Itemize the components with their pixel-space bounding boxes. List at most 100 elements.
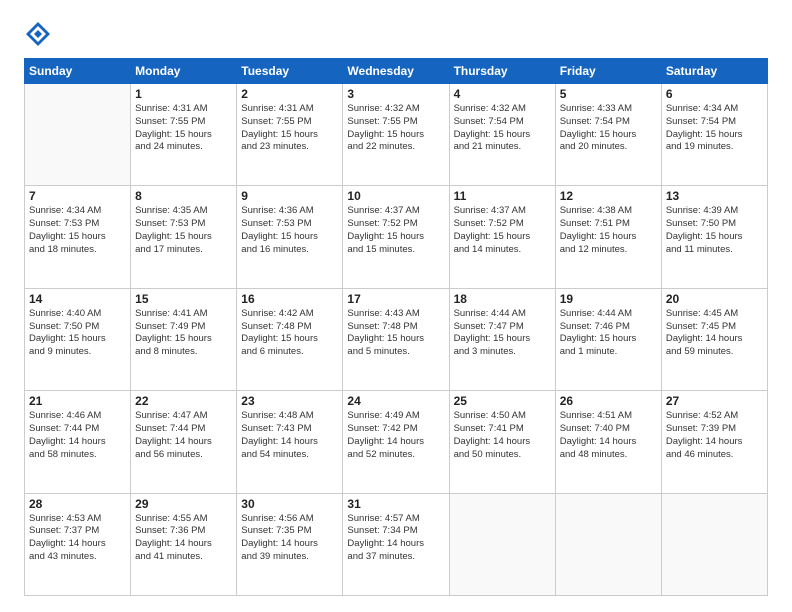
- calendar-cell: 15 Sunrise: 4:41 AM Sunset: 7:49 PM Dayli…: [131, 288, 237, 390]
- day-info: Sunrise: 4:38 AM Sunset: 7:51 PM Dayligh…: [560, 205, 657, 256]
- calendar-cell: 29 Sunrise: 4:55 AM Sunset: 7:36 PM Dayli…: [131, 493, 237, 595]
- day-number: 12: [560, 189, 657, 203]
- day-number: 18: [454, 292, 551, 306]
- day-info: Sunrise: 4:40 AM Sunset: 7:50 PM Dayligh…: [29, 308, 126, 359]
- calendar-week-2: 7 Sunrise: 4:34 AM Sunset: 7:53 PM Daylig…: [25, 186, 768, 288]
- calendar-cell: 2Sunrise: 4:31 AM Sunset: 7:55 PM Daylig…: [237, 84, 343, 186]
- day-number: 5: [560, 87, 657, 101]
- calendar-week-1: 1 Sunrise: 4:31 AM Sunset: 7:55 PM Daylig…: [25, 84, 768, 186]
- calendar-cell: 1 Sunrise: 4:31 AM Sunset: 7:55 PM Daylig…: [131, 84, 237, 186]
- calendar-cell: 18 Sunrise: 4:44 AM Sunset: 7:47 PM Dayli…: [449, 288, 555, 390]
- calendar-cell: 14 Sunrise: 4:40 AM Sunset: 7:50 PM Dayli…: [25, 288, 131, 390]
- day-number: 31: [347, 497, 444, 511]
- day-info: Sunrise: 4:52 AM Sunset: 7:39 PM Dayligh…: [666, 410, 763, 461]
- calendar-cell: 13Sunrise: 4:39 AM Sunset: 7:50 PM Dayli…: [661, 186, 767, 288]
- calendar-cell: 22 Sunrise: 4:47 AM Sunset: 7:44 PM Dayli…: [131, 391, 237, 493]
- day-info: Sunrise: 4:37 AM Sunset: 7:52 PM Dayligh…: [454, 205, 551, 256]
- day-info: Sunrise: 4:57 AM Sunset: 7:34 PM Dayligh…: [347, 513, 444, 564]
- calendar-week-5: 28 Sunrise: 4:53 AM Sunset: 7:37 PM Dayli…: [25, 493, 768, 595]
- calendar-table: SundayMondayTuesdayWednesdayThursdayFrid…: [24, 58, 768, 596]
- day-number: 26: [560, 394, 657, 408]
- day-number: 1: [135, 87, 232, 101]
- day-number: 11: [454, 189, 551, 203]
- day-info: Sunrise: 4:51 AM Sunset: 7:40 PM Dayligh…: [560, 410, 657, 461]
- day-info: Sunrise: 4:42 AM Sunset: 7:48 PM Dayligh…: [241, 308, 338, 359]
- calendar-cell: 9 Sunrise: 4:36 AM Sunset: 7:53 PM Daylig…: [237, 186, 343, 288]
- day-info: Sunrise: 4:55 AM Sunset: 7:36 PM Dayligh…: [135, 513, 232, 564]
- day-info: Sunrise: 4:34 AM Sunset: 7:54 PM Dayligh…: [666, 103, 763, 154]
- day-info: Sunrise: 4:53 AM Sunset: 7:37 PM Dayligh…: [29, 513, 126, 564]
- weekday-header-thursday: Thursday: [449, 59, 555, 84]
- calendar-week-4: 21 Sunrise: 4:46 AM Sunset: 7:44 PM Dayli…: [25, 391, 768, 493]
- day-info: Sunrise: 4:32 AM Sunset: 7:54 PM Dayligh…: [454, 103, 551, 154]
- day-info: Sunrise: 4:37 AM Sunset: 7:52 PM Dayligh…: [347, 205, 444, 256]
- day-info: Sunrise: 4:41 AM Sunset: 7:49 PM Dayligh…: [135, 308, 232, 359]
- day-info: Sunrise: 4:32 AM Sunset: 7:55 PM Dayligh…: [347, 103, 444, 154]
- weekday-header-wednesday: Wednesday: [343, 59, 449, 84]
- header: [24, 20, 768, 48]
- day-number: 24: [347, 394, 444, 408]
- weekday-header-monday: Monday: [131, 59, 237, 84]
- day-number: 22: [135, 394, 232, 408]
- day-number: 9: [241, 189, 338, 203]
- day-number: 29: [135, 497, 232, 511]
- day-info: Sunrise: 4:36 AM Sunset: 7:53 PM Dayligh…: [241, 205, 338, 256]
- calendar-cell: [555, 493, 661, 595]
- day-number: 30: [241, 497, 338, 511]
- day-info: Sunrise: 4:33 AM Sunset: 7:54 PM Dayligh…: [560, 103, 657, 154]
- weekday-header-row: SundayMondayTuesdayWednesdayThursdayFrid…: [25, 59, 768, 84]
- calendar-cell: 6 Sunrise: 4:34 AM Sunset: 7:54 PM Daylig…: [661, 84, 767, 186]
- calendar-cell: 23 Sunrise: 4:48 AM Sunset: 7:43 PM Dayli…: [237, 391, 343, 493]
- day-info: Sunrise: 4:31 AM Sunset: 7:55 PM Dayligh…: [135, 103, 232, 154]
- calendar-cell: 20Sunrise: 4:45 AM Sunset: 7:45 PM Dayli…: [661, 288, 767, 390]
- calendar-week-3: 14 Sunrise: 4:40 AM Sunset: 7:50 PM Dayli…: [25, 288, 768, 390]
- calendar-cell: 24 Sunrise: 4:49 AM Sunset: 7:42 PM Dayli…: [343, 391, 449, 493]
- calendar-cell: 28 Sunrise: 4:53 AM Sunset: 7:37 PM Dayli…: [25, 493, 131, 595]
- day-info: Sunrise: 4:31 AM Sunset: 7:55 PM Dayligh…: [241, 103, 338, 154]
- logo: [24, 20, 56, 48]
- day-info: Sunrise: 4:56 AM Sunset: 7:35 PM Dayligh…: [241, 513, 338, 564]
- calendar-cell: 7 Sunrise: 4:34 AM Sunset: 7:53 PM Daylig…: [25, 186, 131, 288]
- calendar-cell: 27Sunrise: 4:52 AM Sunset: 7:39 PM Dayli…: [661, 391, 767, 493]
- calendar-cell: 19Sunrise: 4:44 AM Sunset: 7:46 PM Dayli…: [555, 288, 661, 390]
- weekday-header-tuesday: Tuesday: [237, 59, 343, 84]
- day-number: 19: [560, 292, 657, 306]
- day-number: 28: [29, 497, 126, 511]
- day-number: 23: [241, 394, 338, 408]
- day-number: 7: [29, 189, 126, 203]
- day-number: 6: [666, 87, 763, 101]
- day-number: 17: [347, 292, 444, 306]
- day-info: Sunrise: 4:49 AM Sunset: 7:42 PM Dayligh…: [347, 410, 444, 461]
- calendar-cell: [449, 493, 555, 595]
- calendar-cell: 30 Sunrise: 4:56 AM Sunset: 7:35 PM Dayli…: [237, 493, 343, 595]
- day-number: 25: [454, 394, 551, 408]
- calendar-cell: 25 Sunrise: 4:50 AM Sunset: 7:41 PM Dayli…: [449, 391, 555, 493]
- day-info: Sunrise: 4:46 AM Sunset: 7:44 PM Dayligh…: [29, 410, 126, 461]
- day-info: Sunrise: 4:50 AM Sunset: 7:41 PM Dayligh…: [454, 410, 551, 461]
- calendar-cell: 16 Sunrise: 4:42 AM Sunset: 7:48 PM Dayli…: [237, 288, 343, 390]
- calendar-cell: 26 Sunrise: 4:51 AM Sunset: 7:40 PM Dayli…: [555, 391, 661, 493]
- page: SundayMondayTuesdayWednesdayThursdayFrid…: [0, 0, 792, 612]
- weekday-header-sunday: Sunday: [25, 59, 131, 84]
- calendar-cell: 17 Sunrise: 4:43 AM Sunset: 7:48 PM Dayli…: [343, 288, 449, 390]
- logo-icon: [24, 20, 52, 48]
- day-info: Sunrise: 4:43 AM Sunset: 7:48 PM Dayligh…: [347, 308, 444, 359]
- day-info: Sunrise: 4:39 AM Sunset: 7:50 PM Dayligh…: [666, 205, 763, 256]
- calendar-cell: 8Sunrise: 4:35 AM Sunset: 7:53 PM Daylig…: [131, 186, 237, 288]
- calendar-cell: 4 Sunrise: 4:32 AM Sunset: 7:54 PM Daylig…: [449, 84, 555, 186]
- day-number: 21: [29, 394, 126, 408]
- day-number: 10: [347, 189, 444, 203]
- day-info: Sunrise: 4:44 AM Sunset: 7:47 PM Dayligh…: [454, 308, 551, 359]
- day-info: Sunrise: 4:47 AM Sunset: 7:44 PM Dayligh…: [135, 410, 232, 461]
- weekday-header-saturday: Saturday: [661, 59, 767, 84]
- day-number: 14: [29, 292, 126, 306]
- calendar-cell: 31 Sunrise: 4:57 AM Sunset: 7:34 PM Dayli…: [343, 493, 449, 595]
- day-number: 16: [241, 292, 338, 306]
- calendar-cell: 10 Sunrise: 4:37 AM Sunset: 7:52 PM Dayli…: [343, 186, 449, 288]
- day-number: 15: [135, 292, 232, 306]
- calendar-cell: 5 Sunrise: 4:33 AM Sunset: 7:54 PM Daylig…: [555, 84, 661, 186]
- calendar-cell: [25, 84, 131, 186]
- day-info: Sunrise: 4:34 AM Sunset: 7:53 PM Dayligh…: [29, 205, 126, 256]
- day-number: 4: [454, 87, 551, 101]
- day-info: Sunrise: 4:48 AM Sunset: 7:43 PM Dayligh…: [241, 410, 338, 461]
